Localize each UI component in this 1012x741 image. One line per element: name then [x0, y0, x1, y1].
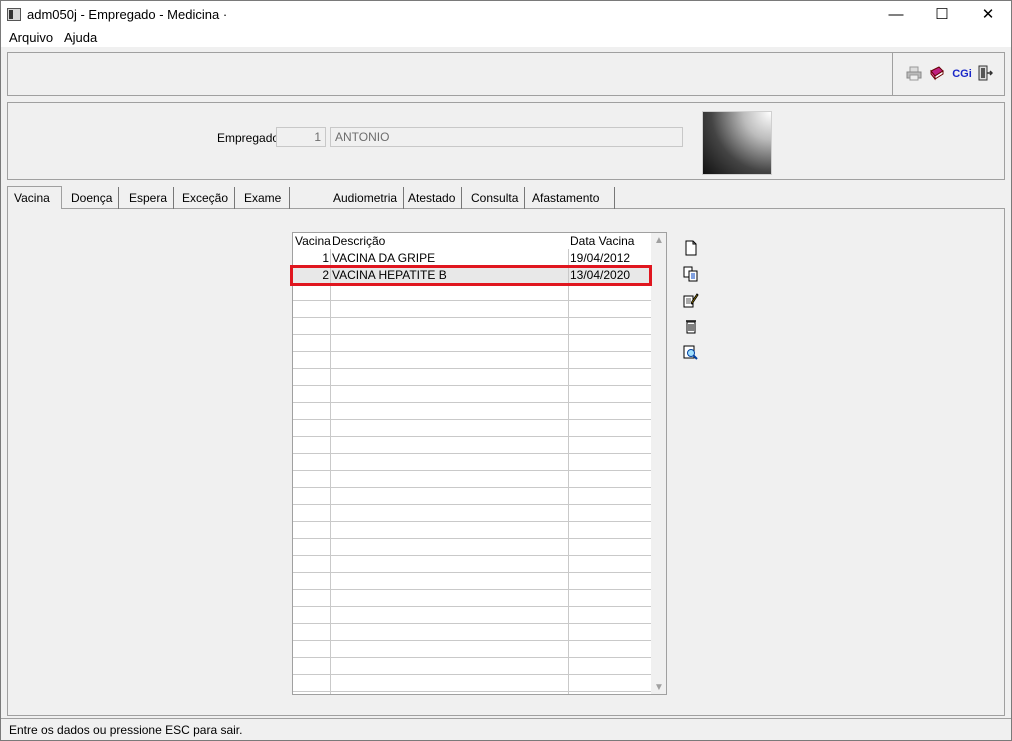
menu-bar: Arquivo Ajuda: [1, 29, 1011, 47]
selected-row-highlight: [290, 265, 652, 286]
grid-row-line: [293, 538, 651, 539]
menu-ajuda[interactable]: Ajuda: [64, 30, 97, 45]
column-header-vacina[interactable]: Vacina: [295, 234, 331, 248]
grid-row-line: [293, 453, 651, 454]
grid-row-line: [293, 385, 651, 386]
grid-row-line: [293, 640, 651, 641]
search-icon[interactable]: [682, 345, 700, 363]
grid-row-line: [293, 555, 651, 556]
column-header-data-vacina[interactable]: Data Vacina: [570, 234, 634, 248]
cell-vacina: 1: [322, 251, 329, 265]
cell-descricao: VACINA DA GRIPE: [332, 251, 436, 265]
grid-row-line: [293, 368, 651, 369]
grid-row-line: [293, 657, 651, 658]
grid-row-line: [293, 674, 651, 675]
exit-icon[interactable]: [976, 65, 994, 83]
app-icon: [7, 8, 21, 21]
minimize-button[interactable]: —: [873, 1, 919, 29]
grid-row-line: [293, 300, 651, 301]
grid-row-line: [293, 402, 651, 403]
toolbar: CGi: [7, 52, 1005, 96]
employee-name-field[interactable]: ANTONIO: [330, 127, 683, 147]
grid-column-divider: [330, 249, 331, 694]
employee-panel: Empregado: 1 ANTONIO: [7, 102, 1005, 180]
cell-data-vacina: 19/04/2012: [570, 251, 631, 265]
tab-espera[interactable]: Espera: [123, 187, 175, 209]
scroll-down-icon[interactable]: ▼: [651, 680, 666, 694]
book-icon[interactable]: [928, 65, 946, 83]
grid-row-line: [293, 606, 651, 607]
grid-row-line: [293, 334, 651, 335]
grid-header: Vacina Descrição Data Vacina: [293, 233, 651, 249]
cgi-icon[interactable]: CGi: [951, 65, 973, 83]
tab-excecao[interactable]: Exceção: [176, 187, 236, 209]
grid-vertical-scrollbar[interactable]: ▲ ▼: [651, 233, 666, 694]
app-window: adm050j - Empregado - Medicina · — ☐ ✕ A…: [0, 0, 1012, 741]
grid-row-line: [293, 521, 651, 522]
printer-icon[interactable]: [905, 65, 923, 83]
grid-column-divider: [568, 249, 569, 694]
tab-exame-medico[interactable]: Exame Médico: [238, 187, 290, 227]
delete-icon[interactable]: [682, 318, 700, 336]
grid-row-line: [293, 572, 651, 573]
employee-label: Empregado:: [217, 131, 283, 145]
employee-code-field[interactable]: 1: [276, 127, 326, 147]
maximize-button[interactable]: ☐: [919, 1, 965, 29]
tab-consulta[interactable]: Consulta: [465, 187, 526, 209]
new-icon[interactable]: [682, 240, 700, 258]
scroll-up-icon[interactable]: ▲: [651, 233, 666, 249]
grid-row-line: [293, 589, 651, 590]
copy-icon[interactable]: [682, 266, 700, 284]
employee-photo: [702, 111, 772, 175]
grid-row-line: [293, 623, 651, 624]
edit-icon[interactable]: [682, 292, 700, 310]
grid-row-line: [293, 419, 651, 420]
toolbar-separator: [892, 53, 893, 95]
tab-atestado[interactable]: Atestado: [402, 187, 463, 209]
grid-row-line: [293, 436, 651, 437]
title-bar: adm050j - Empregado - Medicina · — ☐ ✕: [1, 1, 1011, 29]
grid-row-line: [293, 317, 651, 318]
grid-row-line: [293, 470, 651, 471]
status-bar: Entre os dados ou pressione ESC para sai…: [1, 718, 1011, 740]
tab-afastamento-previdenciario[interactable]: Afastamento Previdenciário: [526, 187, 616, 227]
tab-vacina[interactable]: Vacina: [7, 186, 62, 210]
column-header-descricao[interactable]: Descrição: [332, 234, 385, 248]
status-text: Entre os dados ou pressione ESC para sai…: [9, 723, 243, 737]
window-title: adm050j - Empregado - Medicina ·: [27, 7, 228, 22]
grid-row-line: [293, 487, 651, 488]
grid-row-line: [293, 351, 651, 352]
grid-row-line: [293, 504, 651, 505]
tab-doenca[interactable]: Doença: [65, 187, 120, 209]
vaccine-grid[interactable]: Vacina Descrição Data Vacina 1 VACINA DA…: [292, 232, 667, 695]
tab-audiometria[interactable]: Audiometria: [327, 187, 405, 209]
menu-arquivo[interactable]: Arquivo: [9, 30, 53, 45]
close-button[interactable]: ✕: [965, 1, 1011, 29]
grid-row-line: [293, 691, 651, 692]
